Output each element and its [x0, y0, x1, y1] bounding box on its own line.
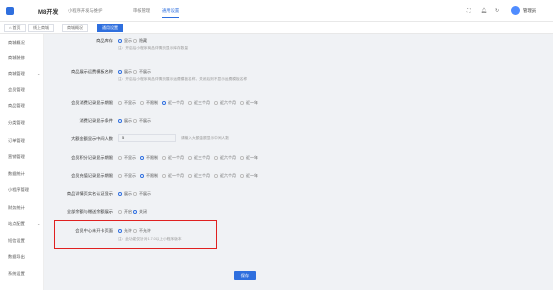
radio-option[interactable]: 近六个月: [214, 100, 236, 106]
radio-option[interactable]: 近一个月: [162, 173, 184, 179]
setting-label: 全部余额与赠送余额展示: [66, 209, 113, 214]
setting-hint: 注：开启后小程序商品详情页显示库存数量: [118, 46, 189, 50]
sidebar-item-statistics[interactable]: 数据统计: [8, 171, 25, 177]
sidebar-item-system[interactable]: 系统设置: [8, 271, 25, 277]
radio-option[interactable]: 显示: [118, 38, 132, 44]
radio-option[interactable]: 不显示: [118, 173, 136, 179]
nav-general-settings[interactable]: 通用设置: [162, 8, 180, 18]
setting-label: 会员消费记录显示期限: [71, 100, 113, 105]
tab-general-settings[interactable]: 通用设置: [97, 24, 123, 32]
sidebar-item-marketing[interactable]: 营销管理: [8, 154, 25, 160]
chevron-down-icon: ⌄: [37, 71, 41, 76]
radio-option[interactable]: 开启: [118, 209, 132, 215]
refresh-icon[interactable]: ↻: [495, 8, 499, 14]
setting-label: 大额金额显示中间人数: [71, 136, 113, 141]
sidebar: 商城概况 商城装修 商城管理 ⌄ 会员管理 商品管理 分类管理 订单管理 营销管…: [0, 34, 44, 290]
save-button[interactable]: 保存: [234, 271, 256, 280]
setting-label: 会员充值记录显示期限: [71, 173, 113, 178]
radio-option[interactable]: 展示: [118, 69, 132, 75]
sidebar-item-sms[interactable]: 短信设置: [8, 238, 25, 244]
sidebar-item-members[interactable]: 会员管理: [8, 87, 25, 93]
tab-mall-overview[interactable]: 商城概况: [62, 24, 88, 32]
radio-option[interactable]: 展示: [118, 191, 132, 197]
sidebar-item-overview[interactable]: 商城概况: [8, 40, 25, 46]
radio-option[interactable]: 近一个月: [162, 155, 184, 161]
setting-label: 商品详情页实名认证显示: [66, 191, 113, 196]
radio-option[interactable]: 不允许: [133, 228, 151, 234]
tab-online-mall[interactable]: 线上商城: [28, 24, 54, 32]
radio-option[interactable]: 近三个月: [188, 173, 210, 179]
sidebar-item-mini-program[interactable]: 小程序管理: [8, 187, 29, 193]
radio-option[interactable]: 近一年: [240, 100, 258, 106]
radio-option[interactable]: 近六个月: [214, 155, 236, 161]
sidebar-item-decoration[interactable]: 商城装修: [8, 55, 25, 61]
radio-option[interactable]: 展示: [118, 118, 132, 124]
sidebar-item-export[interactable]: 数据导出: [8, 254, 25, 260]
sidebar-item-orders[interactable]: 订单管理: [8, 138, 25, 144]
radio-option[interactable]: 不限制: [140, 173, 158, 179]
min-people-input[interactable]: 5: [118, 134, 176, 142]
radio-option[interactable]: 近三个月: [188, 155, 210, 161]
radio-option[interactable]: 近一年: [240, 173, 258, 179]
radio-option[interactable]: 不展示: [133, 118, 151, 124]
radio-option[interactable]: 近一个月: [162, 100, 184, 106]
top-header: M8开发 小程序开发与维护 审核管理 通用设置 ⛶ 🔔︎ ↻ 管理员: [0, 0, 553, 22]
radio-option[interactable]: 不限制: [140, 100, 158, 106]
nav-review[interactable]: 审核管理: [133, 8, 150, 14]
avatar[interactable]: [511, 6, 520, 15]
nav-mini-program[interactable]: 小程序开发与维护: [68, 8, 102, 14]
setting-hint: 注：此功能仅针对1.7.0以上小程序版本: [118, 237, 182, 241]
setting-label: 商品展示运费模板名称: [71, 69, 113, 74]
setting-label: 消费记录显示条件: [79, 118, 113, 123]
radio-option[interactable]: 关闭: [133, 209, 147, 215]
sidebar-item-site-config[interactable]: 站点配置: [8, 221, 25, 227]
radio-option[interactable]: 不显示: [118, 155, 136, 161]
radio-option[interactable]: 近一年: [240, 155, 258, 161]
sidebar-item-products[interactable]: 商品管理: [8, 103, 25, 109]
app-logo: [6, 7, 14, 15]
radio-option[interactable]: 允许: [118, 228, 132, 234]
radio-option[interactable]: 隐藏: [133, 38, 147, 44]
radio-option[interactable]: 不限制: [140, 155, 158, 161]
tab-home[interactable]: ⌂ 首页: [4, 24, 26, 32]
radio-option[interactable]: 不显示: [118, 100, 136, 106]
setting-label: 商品库存: [96, 38, 113, 43]
brand-name: M8开发: [38, 10, 59, 16]
sidebar-item-mall-management[interactable]: 商城管理: [8, 71, 25, 77]
setting-label: 会员积分记录显示期限: [71, 155, 113, 160]
sidebar-item-categories[interactable]: 分类管理: [8, 120, 25, 126]
radio-option[interactable]: 近三个月: [188, 100, 210, 106]
chevron-down-icon: ⌄: [37, 221, 41, 226]
username[interactable]: 管理员: [523, 8, 536, 14]
setting-label: 会员中心未开卡页面: [75, 228, 113, 233]
setting-hint: 注：开启后小程序商品详情页展示运费模板名称，关闭后则不显示运费模板名称: [118, 77, 248, 81]
bell-icon[interactable]: 🔔︎: [481, 8, 487, 14]
radio-option[interactable]: 近六个月: [214, 173, 236, 179]
radio-option[interactable]: 不展示: [133, 69, 151, 75]
fullscreen-icon[interactable]: ⛶: [467, 8, 471, 14]
tab-bar: ⌂ 首页 线上商城 商城概况 通用设置: [0, 22, 553, 34]
setting-hint: 请输入大额金额显示中间人数: [181, 136, 229, 140]
sidebar-item-finance[interactable]: 财务统计: [8, 205, 25, 211]
highlight-box: [54, 220, 217, 249]
radio-option[interactable]: 不展示: [133, 191, 151, 197]
